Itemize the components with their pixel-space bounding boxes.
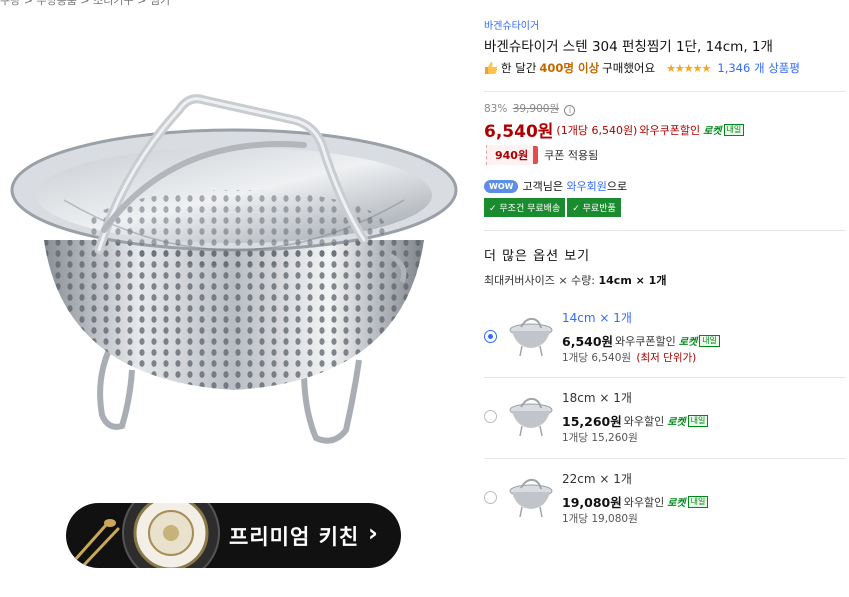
coupon-amount: 940원 (486, 145, 534, 165)
divider (484, 377, 846, 378)
option-unit-value: 1개당 6,540원 (562, 352, 632, 364)
divider (484, 458, 846, 459)
breadcrumb[interactable]: 쿠팡 > 주방용품 > 조리기구 > 찜기 (0, 0, 170, 8)
option-14cm[interactable]: 14cm × 1개 6,540원 와우쿠폰할인 로켓 내일 1개당 6,540원… (484, 300, 846, 380)
option-unit-value: 1개당 19,080원 (562, 513, 638, 525)
option-price: 6,540원 와우쿠폰할인 로켓 내일 (562, 331, 720, 350)
option-name: 22cm × 1개 (562, 472, 632, 486)
rocket-badge: 로켓 내일 (703, 122, 745, 137)
option-thumbnail (509, 397, 553, 437)
chevron-right-icon: › (368, 519, 378, 547)
option-price-value: 6,540원 (562, 334, 614, 349)
option-price-value: 19,080원 (562, 495, 622, 510)
price-row: 6,540원 (1개당 6,540원) 와우쿠폰할인 로켓 내일 (484, 117, 745, 142)
rocket-badge: 로켓 내일 (679, 333, 720, 348)
option-discount-label: 와우쿠폰할인 (615, 334, 676, 348)
premium-kitchen-banner[interactable]: 프리미엄 키친 › (66, 503, 401, 568)
lowest-unit-label: (최저 단위가) (636, 352, 697, 364)
option-price: 19,080원 와우할인 로켓 내일 (562, 492, 709, 511)
rocket-badge: 로켓 내일 (667, 494, 709, 509)
discount-row: 83% 39,900원 i (484, 101, 576, 116)
discount-rate: 83% (484, 103, 508, 115)
banner-text: 프리미엄 키친 (229, 525, 360, 549)
rocket-tomorrow-badge: 내일 (699, 334, 720, 347)
rocket-label: 로켓 (678, 337, 698, 348)
option-radio[interactable] (484, 491, 497, 504)
plate-cutlery-art (72, 503, 220, 568)
option-unit-value: 1개당 15,260원 (562, 432, 638, 444)
option-name: 14cm × 1개 (562, 311, 632, 325)
coupon-row: 940원 쿠폰 적용됨 (486, 145, 598, 165)
coupon-label: 쿠폰 적용됨 (544, 149, 599, 162)
option-18cm[interactable]: 18cm × 1개 15,260원 와우할인 로켓 내일 1개당 15,260원 (484, 380, 846, 460)
sale-price: 6,540원 (484, 122, 554, 142)
option-name: 18cm × 1개 (562, 391, 632, 405)
social-proof: 한 달간 400명 이상 구매했어요 ★★★★★ 1,346 개 상품평 (484, 60, 800, 76)
selected-option-summary: 최대커버사이즈 × 수량: 14cm × 1개 (484, 272, 666, 288)
social-prefix: 한 달간 (501, 61, 537, 75)
option-price: 15,260원 와우할인 로켓 내일 (562, 411, 709, 430)
wow-badge: WOW (484, 179, 519, 193)
product-image[interactable] (4, 50, 464, 450)
option-thumbnail (509, 317, 553, 357)
product-title: 바겐슈타이거 스텐 304 펀칭찜기 1단, 14cm, 1개 (484, 39, 773, 55)
divider (484, 91, 846, 92)
review-count-link[interactable]: 1,346 개 상품평 (717, 60, 800, 76)
option-summary-value: 14cm × 1개 (598, 274, 667, 287)
thumbs-up-icon (485, 62, 498, 74)
rocket-label: 로켓 (667, 498, 686, 509)
info-icon[interactable]: i (564, 105, 576, 116)
rocket-tomorrow-badge: 내일 (687, 495, 709, 508)
coupon-icon (533, 146, 539, 164)
unit-price: (1개당 6,540원) (556, 123, 638, 137)
option-unit-price: 1개당 19,080원 (562, 511, 638, 526)
social-suffix: 구매했어요 (602, 61, 656, 75)
rating-stars: ★★★★★ (666, 61, 711, 75)
rocket-tomorrow-badge: 내일 (687, 414, 709, 427)
option-thumbnail (509, 478, 553, 518)
more-options-title: 더 많은 옵션 보기 (484, 249, 591, 264)
brand-link[interactable]: 바겐슈타이거 (484, 17, 539, 32)
option-22cm[interactable]: 22cm × 1개 19,080원 와우할인 로켓 내일 1개당 19,080원 (484, 461, 846, 541)
membership-type-link[interactable]: 와우회원 (566, 178, 606, 194)
option-price-value: 15,260원 (562, 414, 622, 429)
rocket-label: 로켓 (667, 417, 686, 428)
option-summary-label: 최대커버사이즈 × 수량: (484, 274, 595, 287)
membership-prefix: 고객님은 (522, 180, 563, 193)
option-discount-label: 와우할인 (623, 495, 665, 509)
membership-row: WOW 고객님은 와우회원 으로 (484, 178, 627, 194)
option-unit-price: 1개당 15,260원 (562, 430, 638, 445)
membership-suffix: 으로 (606, 180, 628, 193)
shipping-tags: ✓ 무조건 무료배송 ✓ 무료반품 (484, 198, 621, 217)
rocket-label: 로켓 (703, 126, 722, 137)
free-shipping-tag: ✓ 무조건 무료배송 (484, 198, 566, 217)
wow-coupon-label: 와우쿠폰할인 (639, 123, 701, 137)
option-radio[interactable] (484, 330, 497, 343)
rocket-badge: 로켓 내일 (667, 413, 709, 428)
option-discount-label: 와우할인 (623, 414, 665, 428)
option-radio[interactable] (484, 410, 497, 423)
original-price: 39,900원 (512, 103, 560, 115)
rocket-tomorrow-badge: 내일 (723, 123, 745, 136)
option-unit-price: 1개당 6,540원 (최저 단위가) (562, 350, 696, 365)
purchase-count: 400명 이상 (539, 61, 600, 75)
free-return-tag: ✓ 무료반품 (567, 198, 621, 217)
divider (484, 230, 846, 231)
